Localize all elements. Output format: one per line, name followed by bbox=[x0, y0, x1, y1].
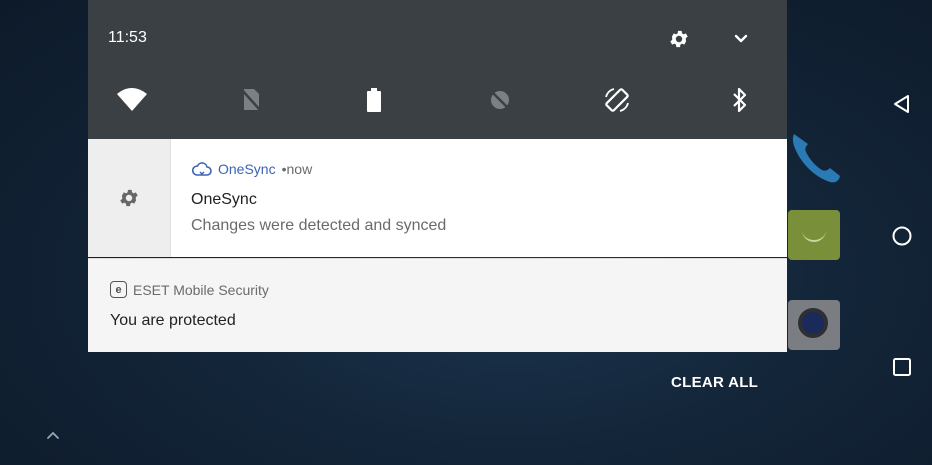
clear-all-button[interactable]: CLEAR ALL bbox=[671, 374, 758, 391]
back-triangle-icon bbox=[894, 95, 909, 113]
notification-app-name: OneSync bbox=[218, 161, 276, 177]
notification-onesync[interactable]: OneSync • now OneSync Changes were detec… bbox=[88, 139, 787, 257]
data-saver-off-icon[interactable] bbox=[484, 84, 516, 116]
battery-icon[interactable] bbox=[358, 84, 390, 116]
notification-text: Changes were detected and synced bbox=[191, 217, 447, 234]
eset-logo-icon: e bbox=[110, 281, 127, 298]
expand-handle-icon[interactable] bbox=[44, 428, 62, 442]
quick-settings-panel: 11:53 bbox=[88, 0, 787, 139]
home-circle-icon bbox=[892, 226, 912, 246]
notification-app-name: ESET Mobile Security bbox=[133, 281, 269, 298]
notification-header: e ESET Mobile Security bbox=[110, 281, 269, 298]
notification-settings-area[interactable] bbox=[88, 139, 171, 257]
gear-icon bbox=[120, 189, 138, 207]
bluetooth-icon[interactable] bbox=[724, 84, 756, 116]
recents-button[interactable] bbox=[884, 349, 920, 385]
back-button[interactable] bbox=[884, 86, 920, 122]
camera-app-icon bbox=[788, 300, 840, 350]
settings-gear-icon[interactable] bbox=[668, 28, 690, 50]
expand-chevron-icon[interactable] bbox=[730, 28, 752, 50]
cloud-sync-icon bbox=[192, 162, 212, 176]
messaging-app-icon bbox=[788, 210, 840, 260]
notification-title: OneSync bbox=[191, 191, 257, 208]
notification-eset[interactable]: e ESET Mobile Security You are protected bbox=[88, 258, 787, 352]
notification-time: now bbox=[286, 161, 313, 177]
wifi-icon[interactable] bbox=[116, 84, 148, 116]
notification-header: OneSync • now bbox=[192, 161, 312, 177]
notification-text: You are protected bbox=[110, 312, 236, 329]
no-sim-icon[interactable] bbox=[235, 84, 267, 116]
status-clock: 11:53 bbox=[108, 29, 147, 46]
notification-shade: 11:53 OneSync • now OneSync Changes were… bbox=[88, 0, 787, 352]
phone-app-icon bbox=[786, 128, 846, 188]
home-button[interactable] bbox=[884, 218, 920, 254]
recents-square-icon bbox=[893, 358, 911, 376]
auto-rotate-icon[interactable] bbox=[601, 84, 633, 116]
